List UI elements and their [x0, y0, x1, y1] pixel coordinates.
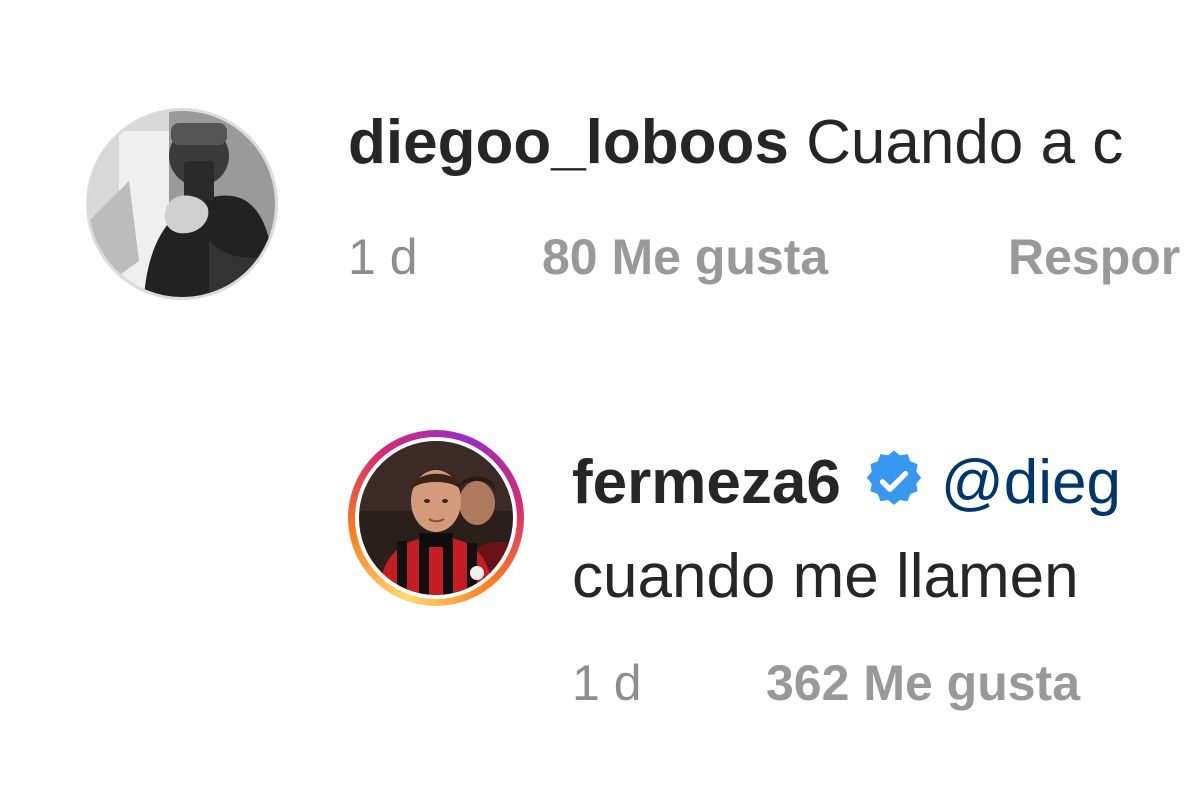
profile-photo-icon — [359, 441, 513, 595]
comment-line: diegoo_loboos Cuando a c — [348, 112, 1123, 174]
username[interactable]: diegoo_loboos — [348, 108, 789, 177]
mention-link[interactable]: @dieg — [941, 448, 1121, 517]
timestamp[interactable]: 1 d — [572, 658, 642, 708]
timestamp[interactable]: 1 d — [348, 232, 418, 282]
username[interactable]: fermeza6 — [572, 448, 841, 517]
story-ring[interactable] — [348, 430, 524, 606]
avatar[interactable] — [86, 108, 278, 300]
profile-photo-icon — [89, 111, 275, 297]
comment-text: cuando me llamen — [572, 542, 1079, 611]
likes-count[interactable]: 80 Me gusta — [542, 232, 828, 282]
reply-button[interactable]: Respor — [1008, 232, 1180, 282]
avatar[interactable] — [359, 441, 513, 595]
likes-count[interactable]: 362 Me gusta — [766, 658, 1080, 708]
comment-line: fermeza6 @dieg — [572, 450, 1121, 520]
comment-text: Cuando a c — [806, 108, 1124, 177]
verified-badge-icon — [861, 448, 927, 514]
comment-line: cuando me llamen — [572, 546, 1079, 608]
